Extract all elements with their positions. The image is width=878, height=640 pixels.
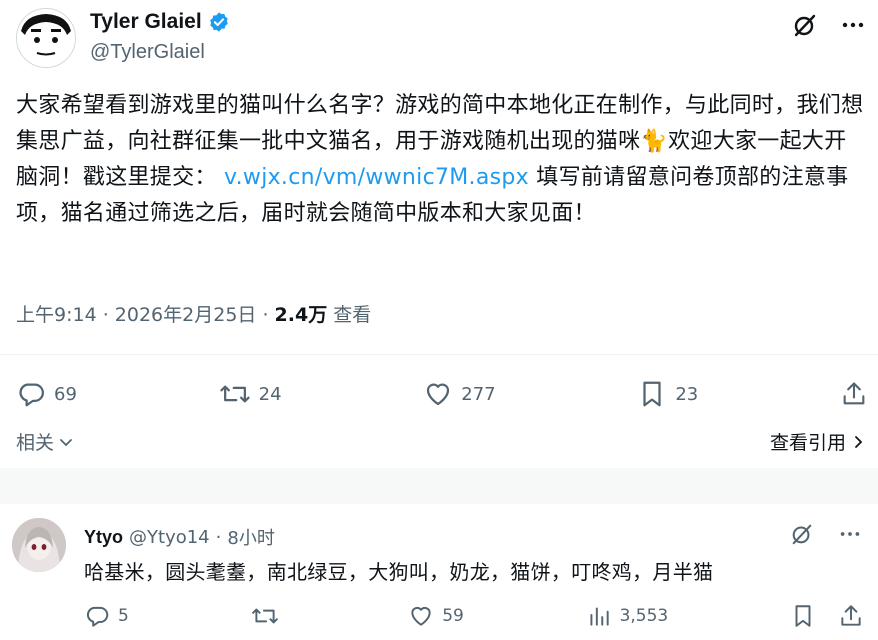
retweet-icon bbox=[251, 603, 279, 629]
reply-more-options-icon[interactable] bbox=[838, 522, 862, 546]
tweet-date[interactable]: 2026年2月25日 bbox=[115, 304, 257, 326]
share-icon bbox=[840, 380, 868, 408]
reply-time[interactable]: 8小时 bbox=[227, 524, 274, 550]
bookmark-icon[interactable] bbox=[790, 603, 816, 629]
reply-action-bar: 5 59 3,553 bbox=[84, 598, 864, 634]
section-separator bbox=[0, 468, 878, 504]
bookmark-button[interactable]: 23 bbox=[637, 379, 698, 409]
cat-emoji: 🐈 bbox=[640, 129, 669, 154]
reply-extra-actions bbox=[790, 603, 864, 629]
retweet-count: 24 bbox=[258, 383, 282, 405]
tweet-time[interactable]: 上午9:14 bbox=[16, 304, 97, 326]
reply-header: Ytyo @Ytyo14 · 8小时 bbox=[84, 524, 275, 550]
reply-avatar[interactable] bbox=[12, 518, 66, 572]
divider bbox=[0, 354, 878, 355]
related-toggle[interactable]: 相关 bbox=[16, 428, 74, 455]
reply-button[interactable]: 69 bbox=[16, 379, 77, 409]
bookmark-icon bbox=[637, 379, 667, 409]
reply-icon bbox=[84, 603, 110, 629]
author-name-text[interactable]: Tyler Glaiel bbox=[90, 10, 202, 34]
reply-like-button[interactable]: 59 bbox=[408, 603, 464, 629]
tweet-action-bar: 69 24 277 23 bbox=[16, 372, 868, 416]
chevron-right-icon bbox=[850, 434, 866, 450]
reply-author-name[interactable]: Ytyo bbox=[84, 527, 123, 548]
verified-badge-icon bbox=[208, 11, 230, 33]
retweet-icon bbox=[219, 379, 251, 409]
tweet-text: 大家希望看到游戏里的猫叫什么名字？游戏的简中本地化正在制作，与此同时，我们想集思… bbox=[16, 88, 868, 232]
share-button[interactable] bbox=[840, 380, 868, 408]
reply-reply-count: 5 bbox=[118, 606, 129, 626]
reply-reply-button[interactable]: 5 bbox=[84, 603, 129, 629]
reply-view-count: 3,553 bbox=[619, 606, 669, 626]
tweet-views-label: 查看 bbox=[333, 304, 372, 326]
author-avatar[interactable] bbox=[16, 8, 76, 68]
grok-icon[interactable] bbox=[792, 12, 818, 38]
share-icon[interactable] bbox=[838, 603, 864, 629]
view-quotes-link[interactable]: 查看引用 bbox=[770, 428, 866, 455]
bookmark-count: 23 bbox=[675, 383, 699, 405]
reply-retweet-button[interactable] bbox=[251, 603, 287, 629]
view-quotes-label: 查看引用 bbox=[769, 432, 846, 454]
chevron-down-icon bbox=[58, 434, 74, 450]
heart-icon bbox=[423, 379, 453, 409]
like-button[interactable]: 277 bbox=[423, 379, 496, 409]
reply-grok-icon[interactable] bbox=[790, 522, 814, 546]
retweet-button[interactable]: 24 bbox=[219, 379, 282, 409]
reply-icon bbox=[16, 379, 46, 409]
reply-separator: · bbox=[215, 526, 222, 548]
tweet-meta: 上午9:14 · 2026年2月25日 · 2.4万 查看 bbox=[16, 304, 372, 326]
author-handle[interactable]: @TylerGlaiel bbox=[90, 41, 205, 64]
tweet-views-count: 2.4万 bbox=[274, 304, 328, 326]
more-options-icon[interactable] bbox=[840, 12, 866, 38]
like-count: 277 bbox=[461, 383, 496, 405]
reply-views-button[interactable]: 3,553 bbox=[586, 603, 669, 629]
reply-author-handle[interactable]: @Ytyo14 bbox=[129, 527, 210, 548]
survey-link[interactable]: v.wjx.cn/vm/wwnic7M.aspx bbox=[224, 165, 529, 190]
reply-count: 69 bbox=[54, 383, 77, 405]
reply-like-count: 59 bbox=[442, 606, 464, 626]
heart-icon bbox=[408, 603, 434, 629]
related-label: 相关 bbox=[16, 432, 55, 454]
analytics-icon bbox=[586, 603, 612, 629]
reply-text: 哈基米，圆头耄耋，南北绿豆，大狗叫，奶龙，猫饼，叮咚鸡，月半猫 bbox=[84, 560, 714, 584]
author-name[interactable]: Tyler Glaiel bbox=[90, 10, 230, 34]
